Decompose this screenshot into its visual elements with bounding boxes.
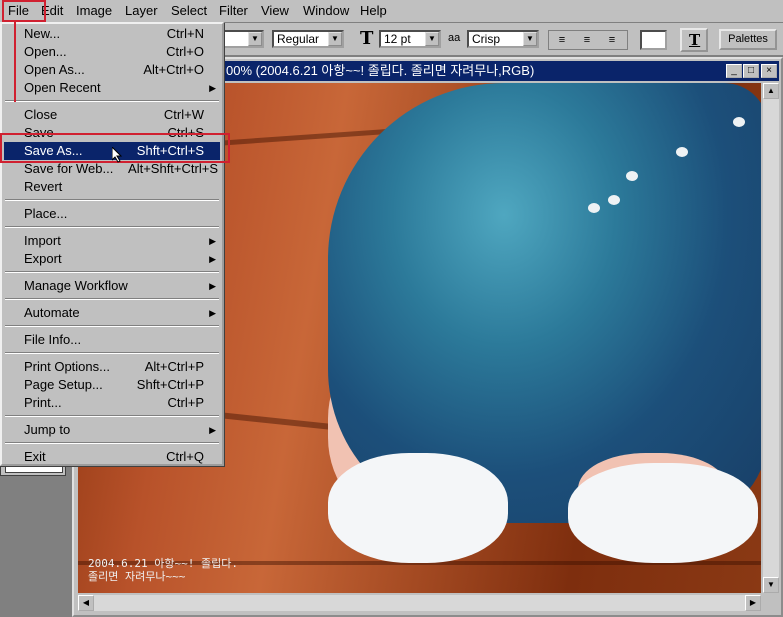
menu-filter[interactable]: Filter: [219, 3, 248, 18]
chevron-down-icon: ▼: [328, 32, 342, 46]
document-title: 00% (2004.6.21 아항~~! 졸립다. 졸리면 자려무나,RGB): [226, 63, 535, 78]
caption-line: 졸리면 자려무나~~~: [88, 570, 186, 583]
chevron-down-icon: ▼: [523, 32, 537, 46]
submenu-arrow-icon: ▶: [209, 308, 216, 318]
scroll-left-icon[interactable]: ◀: [78, 595, 94, 611]
chevron-down-icon: ▼: [248, 32, 262, 46]
font-size-icon: T: [360, 28, 374, 49]
menu-window[interactable]: Window: [303, 3, 349, 18]
menu-item-open[interactable]: Open... Ctrl+O: [4, 43, 220, 61]
antialias-icon: aa: [448, 32, 461, 44]
menu-separator: [5, 442, 219, 444]
button-dot: [733, 117, 745, 127]
maximize-icon[interactable]: □: [743, 64, 759, 78]
submenu-arrow-icon: ▶: [209, 281, 216, 291]
menu-help[interactable]: Help: [360, 3, 387, 18]
button-dot: [588, 203, 600, 213]
menu-item-import[interactable]: Import ▶: [4, 232, 220, 250]
menu-item-page-setup[interactable]: Page Setup... Shft+Ctrl+P: [4, 376, 220, 394]
menu-item-jump-to[interactable]: Jump to ▶: [4, 421, 220, 439]
menu-select[interactable]: Select: [171, 3, 207, 18]
menu-item-place[interactable]: Place...: [4, 205, 220, 223]
menu-layer[interactable]: Layer: [125, 3, 158, 18]
text-color-swatch[interactable]: [640, 30, 667, 50]
menu-item-open-recent[interactable]: Open Recent ▶: [4, 79, 220, 97]
connector-line: [14, 20, 16, 102]
menu-item-manage-workflow[interactable]: Manage Workflow ▶: [4, 277, 220, 295]
horizontal-scrollbar[interactable]: ◀ ▶: [78, 595, 761, 611]
font-size-value: 12 pt: [384, 32, 411, 46]
antialias-select[interactable]: Crisp ▼: [467, 30, 539, 48]
menu-item-print-options[interactable]: Print Options... Alt+Ctrl+P: [4, 358, 220, 376]
menu-item-export[interactable]: Export ▶: [4, 250, 220, 268]
image-caption: 2004.6.21 아항~~! 졸립다. 졸리면 자려무나~~~: [88, 557, 238, 583]
palettes-button[interactable]: Palettes: [719, 29, 777, 50]
sock-shape: [328, 453, 508, 563]
menu-separator: [5, 325, 219, 327]
file-menu-highlight-outline: [2, 0, 46, 22]
close-icon[interactable]: ×: [761, 64, 777, 78]
submenu-arrow-icon: ▶: [209, 236, 216, 246]
menu-separator: [5, 100, 219, 102]
warp-text-icon: T: [689, 31, 701, 49]
menu-bar: File Edit Image Layer Select Filter View…: [0, 0, 783, 23]
menu-item-open-as[interactable]: Open As... Alt+Ctrl+O: [4, 61, 220, 79]
menu-view[interactable]: View: [261, 3, 289, 18]
menu-item-close[interactable]: Close Ctrl+W: [4, 106, 220, 124]
menu-item-print[interactable]: Print... Ctrl+P: [4, 394, 220, 412]
font-size-select[interactable]: 12 pt ▼: [379, 30, 441, 48]
menu-item-automate[interactable]: Automate ▶: [4, 304, 220, 322]
chevron-down-icon: ▼: [425, 32, 439, 46]
submenu-arrow-icon: ▶: [209, 425, 216, 435]
warp-text-button[interactable]: T: [680, 28, 708, 52]
button-dot: [676, 147, 688, 157]
vertical-scrollbar[interactable]: ▲ ▼: [763, 83, 779, 593]
scroll-up-icon[interactable]: ▲: [763, 83, 779, 99]
menu-separator: [5, 226, 219, 228]
sock-shape: [568, 463, 758, 563]
menu-item-exit[interactable]: Exit Ctrl+Q: [4, 448, 220, 466]
submenu-arrow-icon: ▶: [209, 254, 216, 264]
minimize-icon[interactable]: _: [726, 64, 742, 78]
font-style-select[interactable]: Regular ▼: [272, 30, 344, 48]
align-right-icon[interactable]: ≡: [600, 32, 624, 48]
antialias-value: Crisp: [472, 32, 501, 46]
menu-separator: [5, 415, 219, 417]
file-menu: New... Ctrl+N Open... Ctrl+O Open As... Alt…: [0, 22, 224, 466]
align-left-icon[interactable]: ≡: [550, 32, 574, 48]
align-center-icon[interactable]: ≡: [575, 32, 599, 48]
font-family-select[interactable]: ▼: [222, 30, 264, 48]
menu-item-file-info[interactable]: File Info...: [4, 331, 220, 349]
scroll-right-icon[interactable]: ▶: [745, 595, 761, 611]
menu-separator: [5, 199, 219, 201]
button-dot: [626, 171, 638, 181]
caption-line: 2004.6.21 아항~~! 졸립다.: [88, 557, 238, 570]
menu-separator: [5, 298, 219, 300]
align-buttons: ≡ ≡ ≡: [548, 30, 628, 50]
menu-separator: [5, 352, 219, 354]
font-style-value: Regular: [277, 32, 320, 46]
menu-image[interactable]: Image: [76, 3, 112, 18]
submenu-arrow-icon: ▶: [209, 83, 216, 93]
menu-item-new[interactable]: New... Ctrl+N: [4, 25, 220, 43]
button-dot: [608, 195, 620, 205]
scroll-down-icon[interactable]: ▼: [763, 577, 779, 593]
menu-separator: [5, 271, 219, 273]
menu-item-revert[interactable]: Revert: [4, 178, 220, 196]
mouse-cursor-icon: [112, 147, 123, 163]
